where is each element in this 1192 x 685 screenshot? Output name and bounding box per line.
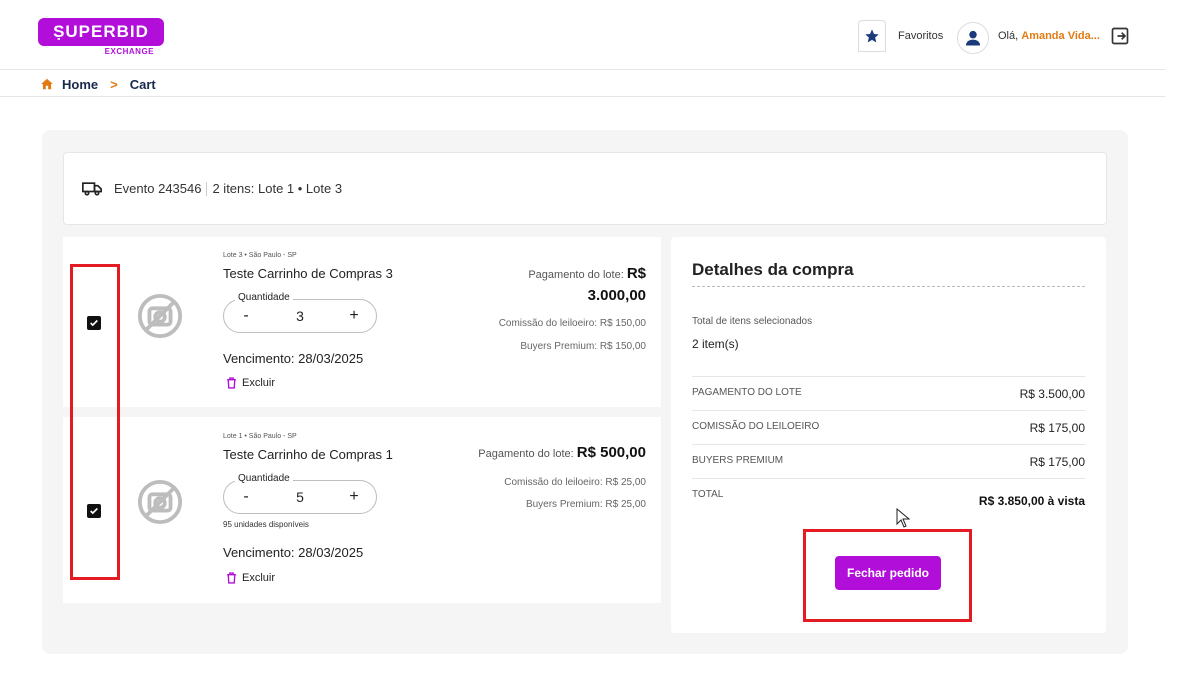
buyers-premium: Buyers Premium: R$ 150,00 bbox=[520, 341, 646, 352]
cart-item: Lote 1 • São Paulo - SP Teste Carrinho d… bbox=[63, 417, 661, 603]
item-due-date: Vencimento: 28/03/2025 bbox=[223, 351, 364, 366]
buyers-premium: Buyers Premium: R$ 25,00 bbox=[525, 499, 646, 510]
auctioneer-commission: Comissão do leiloeiro: R$ 25,00 bbox=[504, 477, 646, 488]
logo-subtitle: EXCHANGE bbox=[104, 47, 154, 56]
delete-item-button[interactable]: Excluir bbox=[226, 377, 275, 389]
summary-row-buyers-premium: BUYERS PREMIUM R$ 175,00 bbox=[692, 444, 1085, 469]
event-label: Evento 243546 bbox=[114, 181, 202, 196]
item-title[interactable]: Teste Carrinho de Compras 1 bbox=[223, 447, 393, 462]
logout-icon bbox=[1111, 27, 1129, 45]
home-icon[interactable] bbox=[40, 77, 54, 91]
quantity-label: Quantidade bbox=[235, 473, 293, 484]
cart-items-panel: Lote 3 • São Paulo - SP Teste Carrinho d… bbox=[63, 237, 661, 603]
quantity-value[interactable]: 5 bbox=[296, 489, 304, 505]
no-photo-icon bbox=[137, 293, 183, 339]
summary-divider bbox=[692, 286, 1085, 287]
user-greeting[interactable]: Olá, Amanda Vida... bbox=[998, 30, 1100, 42]
decrease-quantity-button[interactable]: - bbox=[238, 488, 254, 506]
quantity-stepper: - 5 + bbox=[223, 480, 377, 514]
top-header: ṢUPERBID EXCHANGE Favoritos Olá, Amanda … bbox=[0, 0, 1165, 70]
increase-quantity-button[interactable]: + bbox=[346, 307, 362, 325]
breadcrumb-separator: > bbox=[110, 76, 118, 92]
favorites-label[interactable]: Favoritos bbox=[898, 30, 943, 42]
checkbox-highlight-box bbox=[70, 264, 120, 580]
trash-icon bbox=[227, 572, 236, 584]
logout-button[interactable] bbox=[1110, 26, 1130, 46]
superbid-logo[interactable]: ṢUPERBID bbox=[38, 18, 164, 46]
summary-row-total: TOTAL R$ 3.850,00 à vista bbox=[692, 478, 1085, 508]
mouse-cursor-icon bbox=[896, 508, 910, 528]
lot-payment-value: 3.000,00 bbox=[587, 287, 646, 304]
item-due-date: Vencimento: 28/03/2025 bbox=[223, 545, 364, 560]
available-units: 95 unidades disponíveis bbox=[223, 520, 309, 529]
user-icon bbox=[965, 30, 981, 46]
lot-payment-value: R$ 500,00 bbox=[576, 444, 646, 461]
no-photo-icon bbox=[137, 479, 183, 525]
delete-label: Excluir bbox=[242, 377, 276, 389]
star-icon bbox=[865, 29, 879, 43]
selected-items-count: 2 item(s) bbox=[692, 337, 739, 351]
selected-items-label: Total de itens selecionados bbox=[692, 316, 813, 327]
quantity-label: Quantidade bbox=[235, 292, 293, 303]
greeting-prefix: Olá, bbox=[998, 30, 1019, 42]
cart-item: Lote 3 • São Paulo - SP Teste Carrinho d… bbox=[63, 237, 661, 407]
event-separator bbox=[206, 181, 208, 196]
lot-payment-label: Pagamento do lote: R$ bbox=[528, 265, 646, 282]
breadcrumb-divider bbox=[0, 96, 1165, 97]
button-highlight-box bbox=[803, 529, 972, 622]
cart-page: ṢUPERBID EXCHANGE Favoritos Olá, Amanda … bbox=[0, 0, 1192, 685]
lot-payment-label: Pagamento do lote: R$ 500,00 bbox=[478, 444, 646, 461]
item-divider bbox=[63, 407, 661, 417]
auctioneer-commission: Comissão do leiloeiro: R$ 150,00 bbox=[498, 318, 646, 329]
delete-label: Excluir bbox=[242, 572, 276, 584]
quantity-stepper: - 3 + bbox=[223, 299, 377, 333]
trash-icon bbox=[227, 377, 236, 389]
item-location: Lote 3 • São Paulo - SP bbox=[223, 252, 297, 259]
event-bar: Evento 243546 2 itens: Lote 1 • Lote 3 bbox=[63, 152, 1107, 225]
item-location: Lote 1 • São Paulo - SP bbox=[223, 433, 297, 440]
delete-item-button[interactable]: Excluir bbox=[226, 572, 275, 584]
user-name: Amanda Vida... bbox=[1021, 30, 1100, 42]
quantity-value[interactable]: 3 bbox=[296, 308, 304, 324]
lot-payment-currency: R$ bbox=[626, 265, 646, 282]
event-items: 2 itens: Lote 1 • Lote 3 bbox=[212, 181, 343, 196]
summary-row-commission: COMISSÃO DO LEILOEIRO R$ 175,00 bbox=[692, 410, 1085, 435]
breadcrumb: Home > Cart bbox=[40, 74, 156, 94]
breadcrumb-home[interactable]: Home bbox=[62, 77, 98, 92]
summary-row-lot-payment: PAGAMENTO DO LOTE R$ 3.500,00 bbox=[692, 376, 1085, 401]
item-title[interactable]: Teste Carrinho de Compras 3 bbox=[223, 266, 393, 281]
truck-icon bbox=[82, 181, 102, 197]
breadcrumb-current: Cart bbox=[129, 76, 156, 92]
increase-quantity-button[interactable]: + bbox=[346, 488, 362, 506]
decrease-quantity-button[interactable]: - bbox=[238, 307, 254, 325]
avatar[interactable] bbox=[957, 22, 989, 54]
summary-title: Detalhes da compra bbox=[692, 260, 854, 279]
favorites-button[interactable] bbox=[858, 20, 886, 52]
